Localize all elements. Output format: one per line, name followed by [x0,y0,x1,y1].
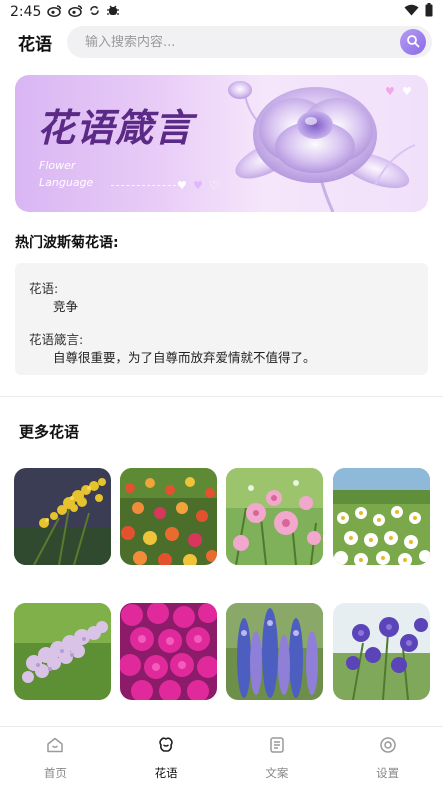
tab-settings[interactable]: 设置 [332,727,443,786]
search-bar[interactable] [67,26,432,58]
battery-icon [425,3,433,21]
delphinium-image[interactable] [226,603,323,700]
goldenrod-flower-image[interactable] [14,468,111,565]
tab-settings-label: 设置 [376,766,400,780]
heart-icon: ♥ [193,179,203,192]
hot-flower-card: 花语: 竞争 花语箴言: 自尊很重要，为了自尊而放弃爱情就不值得了。 [15,263,428,375]
more-section-title: 更多花语 [19,423,80,441]
heart-icon: ♥ [177,179,187,192]
meaning-value: 竞争 [53,299,79,314]
weibo-icon [68,4,83,21]
heart-icon: ♥ [402,85,412,98]
cosmos-field-image[interactable] [120,468,217,565]
banner[interactable]: 花语箴言 Flower Language ♥ ♥ ♡ ♥ ♥ [15,75,428,212]
heart-icon: ♥ [385,85,395,98]
sync-icon [89,5,100,20]
tab-flower[interactable]: 花语 [111,727,222,786]
flower-icon [157,736,175,758]
page-title: 花语 [18,35,52,55]
home-icon [46,736,64,758]
quote-value: 自尊很重要，为了自尊而放弃爱情就不值得了。 [53,350,316,365]
white-daisy-image[interactable] [333,468,430,565]
status-time: 2:45 [10,4,42,20]
banner-subtitle-line1: Flower [39,159,76,172]
wifi-icon [404,4,419,20]
tab-copywriting[interactable]: 文案 [222,727,333,786]
tab-home-label: 首页 [43,766,67,780]
banner-subtitle: Flower Language [39,157,93,191]
settings-icon [379,736,397,758]
pink-cosmos-image[interactable] [226,468,323,565]
search-icon [406,33,420,52]
banner-dotted-line [111,185,181,186]
search-input[interactable] [85,34,375,50]
tab-flower-label: 花语 [154,766,178,780]
bug-icon [106,3,120,21]
document-icon [268,736,286,758]
meaning-label: 花语: [29,281,59,296]
status-bar: 2:45 [0,0,443,24]
heart-icon: ♡ [209,179,219,192]
hot-section-title: 热门波斯菊花语: [15,235,119,251]
search-button[interactable] [400,29,426,55]
bottom-tab-bar: 首页 花语 文案 设置 [0,726,443,786]
lilac-flower-image[interactable] [14,603,111,700]
quote-label: 花语箴言: [29,332,84,347]
weibo-icon [47,4,62,21]
section-divider [0,396,443,397]
glass-flower-illustration [228,81,416,212]
magenta-phlox-image[interactable] [120,603,217,700]
tab-home[interactable]: 首页 [0,727,111,786]
header: 花语 [0,26,443,58]
banner-title: 花语箴言 [37,105,194,150]
banner-subtitle-line2: Language [39,176,94,189]
bellflower-image[interactable] [333,603,430,700]
tab-copywriting-label: 文案 [265,766,289,780]
